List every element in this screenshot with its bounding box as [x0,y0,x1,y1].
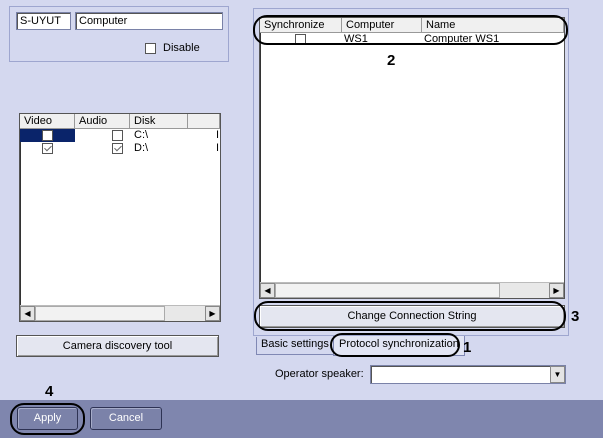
video-checkbox-d[interactable] [42,143,53,154]
object-name-field[interactable]: Computer [75,12,223,30]
sync-col-computer[interactable]: Computer [342,18,422,33]
object-panel: S-UYUT Computer Disable [9,6,229,62]
disk-cell: D:\ [134,142,149,154]
table-row[interactable]: WS1 Computer WS1 [260,33,564,46]
video-checkbox-c[interactable] [42,130,53,141]
tab-basic-settings[interactable]: Basic settings [256,337,334,355]
extra-cell: I [216,142,220,154]
scroll-left-icon[interactable]: ◀ [20,306,35,321]
chevron-down-icon[interactable]: ▼ [550,366,565,383]
scroll-left-icon[interactable]: ◀ [260,283,275,298]
operator-speaker-label: Operator speaker: [275,368,364,380]
sync-col-name[interactable]: Name [422,18,564,33]
audio-checkbox-c[interactable] [112,130,124,141]
annotation-number-1: 1 [463,339,472,356]
tab-protocol-synchronization[interactable]: Protocol synchronization [333,336,465,356]
table-row[interactable]: C:\ I [20,129,220,142]
computer-cell: WS1 [344,33,368,45]
audio-checkbox-d[interactable] [112,143,124,154]
sync-list[interactable]: Synchronize Computer Name WS1 Computer W… [259,17,565,299]
disable-checkbox[interactable] [145,43,156,54]
object-id-field[interactable]: S-UYUT [16,12,71,30]
apply-button[interactable]: Apply [17,407,78,430]
scroll-thumb[interactable] [35,306,165,321]
disable-label: Disable [163,42,200,54]
change-connection-string-button[interactable]: Change Connection String [259,305,565,328]
drives-col-video[interactable]: Video [20,114,75,129]
scroll-right-icon[interactable]: ▶ [205,306,220,321]
scroll-right-icon[interactable]: ▶ [549,283,564,298]
sync-col-synchronize[interactable]: Synchronize [260,18,342,33]
camera-discovery-button[interactable]: Camera discovery tool [16,335,219,357]
synchronize-checkbox[interactable] [295,34,306,45]
sync-panel: Synchronize Computer Name WS1 Computer W… [253,8,569,336]
drives-list[interactable]: Video Audio Disk C:\ I D:\ I ◀ ▶ [19,113,221,322]
scroll-thumb[interactable] [275,283,500,298]
drives-col-audio[interactable]: Audio [75,114,130,129]
annotation-number-4: 4 [45,383,54,400]
annotation-number-2: 2 [387,52,396,69]
sync-hscrollbar[interactable]: ◀ ▶ [260,282,564,298]
table-row[interactable]: D:\ I [20,142,220,155]
cancel-button[interactable]: Cancel [90,407,162,430]
extra-cell: I [216,129,220,141]
operator-speaker-select[interactable] [370,365,566,384]
drives-hscrollbar[interactable]: ◀ ▶ [20,305,220,321]
annotation-number-3: 3 [571,308,580,325]
name-cell: Computer WS1 [424,33,500,45]
drives-col-disk[interactable]: Disk [130,114,188,129]
disk-cell: C:\ [134,129,149,141]
drives-col-extra [188,114,220,129]
